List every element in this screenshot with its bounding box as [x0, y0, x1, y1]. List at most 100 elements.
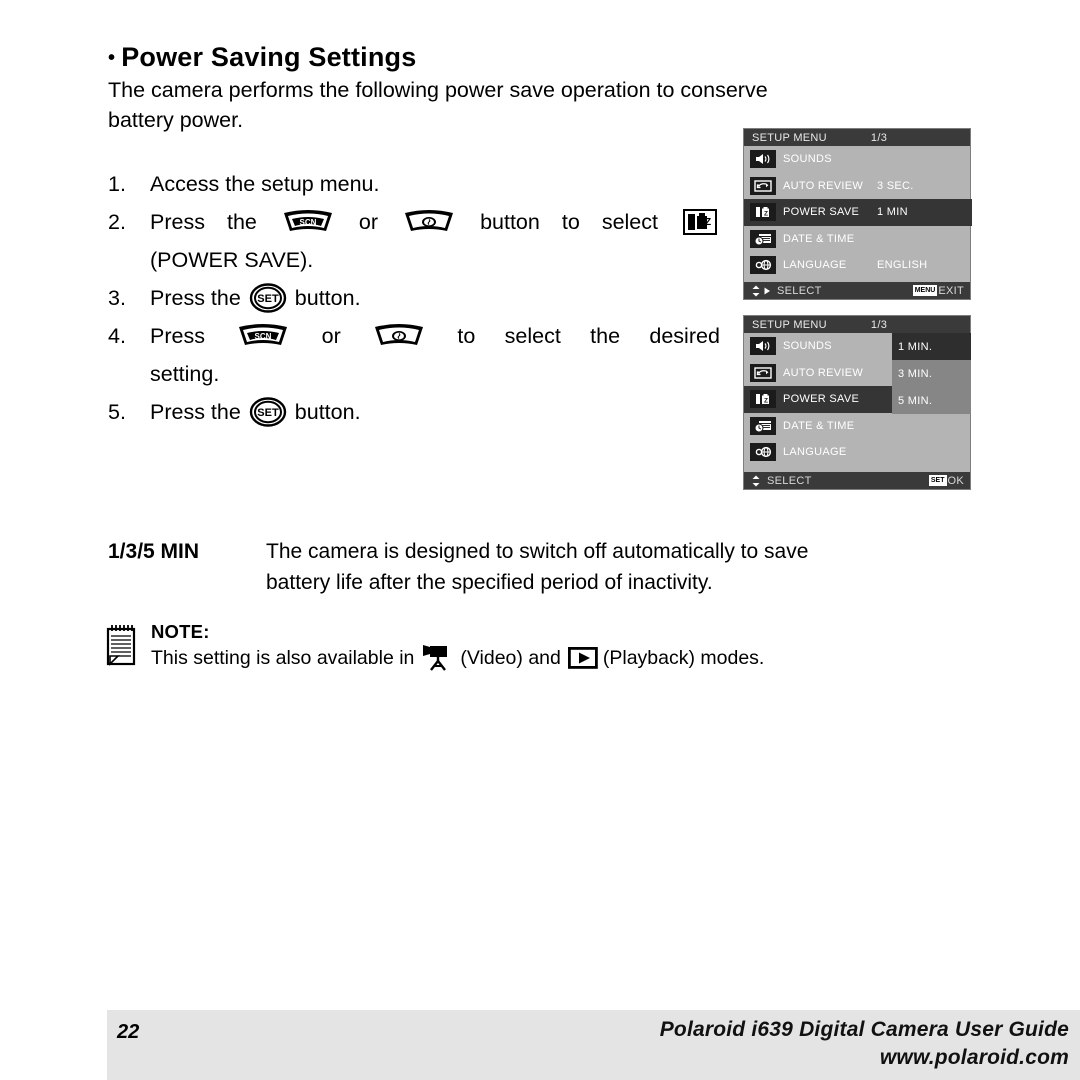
step-2-word-button: button	[480, 210, 540, 234]
scn-button-icon: SCN	[237, 323, 289, 349]
step-2-line-2: (POWER SAVE).	[150, 248, 314, 272]
step-5-text-a: Press the	[150, 400, 241, 424]
menu-item-auto-review-label: AUTO REVIEW	[783, 366, 864, 379]
lcd1-rows: SOUNDS AUTO REVIEW 3 SEC. Z POWER SAVE 1…	[744, 146, 972, 279]
menu-item-date-time[interactable]: DATE & TIME	[744, 226, 972, 253]
notepad-icon	[105, 624, 137, 666]
submenu-option-1-min[interactable]: 1 MIN.	[892, 333, 971, 360]
lcd1-title-bar: SETUP MENU 1/3	[744, 129, 970, 146]
lcd1-body: SOUNDS AUTO REVIEW 3 SEC. Z POWER SAVE 1…	[744, 146, 972, 279]
step-2-number: 2.	[108, 210, 126, 234]
select-arrows-icon	[750, 475, 762, 487]
menu-item-auto-review-value: 3 SEC.	[877, 179, 914, 192]
svg-text:SET: SET	[257, 407, 279, 419]
setup-menu-screenshot-1: SETUP MENU 1/3 SOUNDS AUTO REVIEW 3 SEC.…	[743, 128, 972, 300]
step-3: 3. Press the SET button.	[108, 279, 720, 317]
svg-text:Z: Z	[764, 398, 768, 405]
manual-page: • Power Saving Settings The camera perfor…	[0, 0, 1080, 1080]
page-title-text: Power Saving Settings	[121, 42, 417, 72]
menu-item-language[interactable]: LANGUAGE ENGLISH	[744, 252, 972, 279]
svg-text:Z: Z	[705, 217, 711, 228]
svg-text:SCN: SCN	[299, 218, 316, 227]
step-3-text-a: Press the	[150, 286, 241, 310]
step-4-line-1: Press SCN or to select the desired	[150, 317, 720, 355]
menu-item-power-save-label: POWER SAVE	[783, 206, 860, 219]
note-text-c: (Playback) modes.	[602, 647, 765, 669]
min-description-line-2: battery life after the specified period …	[266, 571, 713, 594]
select-arrows-icon	[750, 285, 772, 297]
menu-item-auto-review-label: AUTO REVIEW	[783, 179, 864, 192]
step-2-word-select: select	[601, 210, 658, 234]
power-save-submenu: 1 MIN. 3 MIN. 5 MIN.	[892, 333, 971, 414]
step-4-number: 4.	[108, 324, 126, 348]
step-4-word-the: the	[590, 324, 621, 348]
menu-item-power-save-label: POWER SAVE	[783, 393, 860, 406]
setup-menu-screenshot-2: SETUP MENU 1/3 SOUNDS AUTO REVIEW Z POWE…	[743, 315, 971, 490]
step-4-line-2: setting.	[150, 362, 220, 386]
min-description: The camera is designed to switch off aut…	[266, 536, 978, 598]
step-4: 4. Press SCN or to select the desired se…	[108, 317, 720, 393]
set-button-icon: SET	[249, 397, 287, 427]
step-4-word-to: to	[457, 324, 476, 348]
lcd1-footer-bar: SELECT MENU EXIT	[744, 282, 970, 299]
note-block: NOTE: This setting is also available in …	[105, 620, 985, 672]
step-2-word-press: Press	[150, 210, 205, 234]
step-4-word-press: Press	[150, 324, 205, 348]
speaker-icon	[750, 337, 776, 356]
menu-item-power-save[interactable]: Z POWER SAVE	[744, 386, 892, 413]
step-3-text-b: button.	[294, 286, 361, 310]
submenu-option-5-min[interactable]: 5 MIN.	[892, 387, 971, 414]
intro-line-1: The camera performs the following power …	[108, 78, 768, 102]
playback-mode-icon	[567, 647, 598, 669]
step-3-line: Press the SET button.	[150, 279, 720, 317]
step-5-text-b: button.	[294, 400, 361, 424]
intro-paragraph: The camera performs the following power …	[108, 75, 974, 135]
date-time-icon	[750, 229, 776, 248]
step-4-word-select: select	[504, 324, 561, 348]
step-2-line-1: Press the SCN or button to select Z	[150, 203, 720, 241]
footer-title: Polaroid i639 Digital Camera User Guide	[659, 1018, 1069, 1041]
menu-item-auto-review[interactable]: AUTO REVIEW 3 SEC.	[744, 173, 972, 200]
language-icon	[750, 256, 776, 275]
note-text-a: This setting is also available in	[151, 647, 415, 669]
menu-item-auto-review[interactable]: AUTO REVIEW	[744, 360, 892, 387]
lcd2-title: SETUP MENU	[752, 318, 827, 331]
note-text: This setting is also available in (Video…	[151, 644, 985, 672]
step-5: 5. Press the SET button.	[108, 393, 720, 431]
note-title: NOTE:	[151, 621, 210, 642]
menu-item-sounds-label: SOUNDS	[783, 153, 832, 166]
menu-item-language-label: LANGUAGE	[783, 259, 847, 272]
menu-item-date-time-label: DATE & TIME	[783, 419, 855, 432]
menu-item-power-save[interactable]: Z POWER SAVE 1 MIN	[744, 199, 972, 226]
min-term: 1/3/5 MIN	[108, 540, 200, 563]
menu-item-language[interactable]: LANGUAGE	[744, 439, 892, 466]
self-timer-button-icon	[373, 323, 425, 349]
lcd2-body: SOUNDS AUTO REVIEW Z POWER SAVE DATE & T…	[744, 333, 971, 466]
lcd2-page-indicator: 1/3	[870, 318, 888, 331]
menu-item-sounds[interactable]: SOUNDS	[744, 146, 972, 173]
step-2-word-the: the	[226, 210, 257, 234]
date-time-icon	[750, 416, 776, 435]
language-icon	[750, 443, 776, 462]
speaker-icon	[750, 150, 776, 169]
lcd1-page-indicator: 1/3	[870, 131, 888, 144]
power-save-icon: Z	[750, 203, 776, 222]
submenu-option-3-min[interactable]: 3 MIN.	[892, 360, 971, 387]
bullet-icon: •	[108, 47, 116, 69]
step-3-number: 3.	[108, 286, 126, 310]
menu-item-sounds[interactable]: SOUNDS	[744, 333, 892, 360]
note-text-b: (Video) and	[460, 647, 561, 669]
menu-item-date-time[interactable]: DATE & TIME	[744, 413, 892, 440]
svg-text:SET: SET	[257, 293, 279, 305]
auto-review-icon	[750, 176, 776, 195]
footer-url[interactable]: www.polaroid.com	[880, 1046, 1069, 1070]
min-definition-block: 1/3/5 MIN The camera is designed to swit…	[108, 536, 978, 598]
steps-list: 1. Access the setup menu. 2. Press the S…	[108, 165, 720, 431]
menu-badge-icon: MENU	[912, 285, 938, 296]
step-1-number: 1.	[108, 172, 126, 196]
set-badge-icon: SET	[928, 475, 947, 486]
lcd1-select-label: SELECT	[777, 284, 822, 297]
svg-text:Z: Z	[764, 211, 768, 218]
min-description-line-1: The camera is designed to switch off aut…	[266, 540, 809, 563]
power-save-icon: Z	[750, 390, 776, 409]
